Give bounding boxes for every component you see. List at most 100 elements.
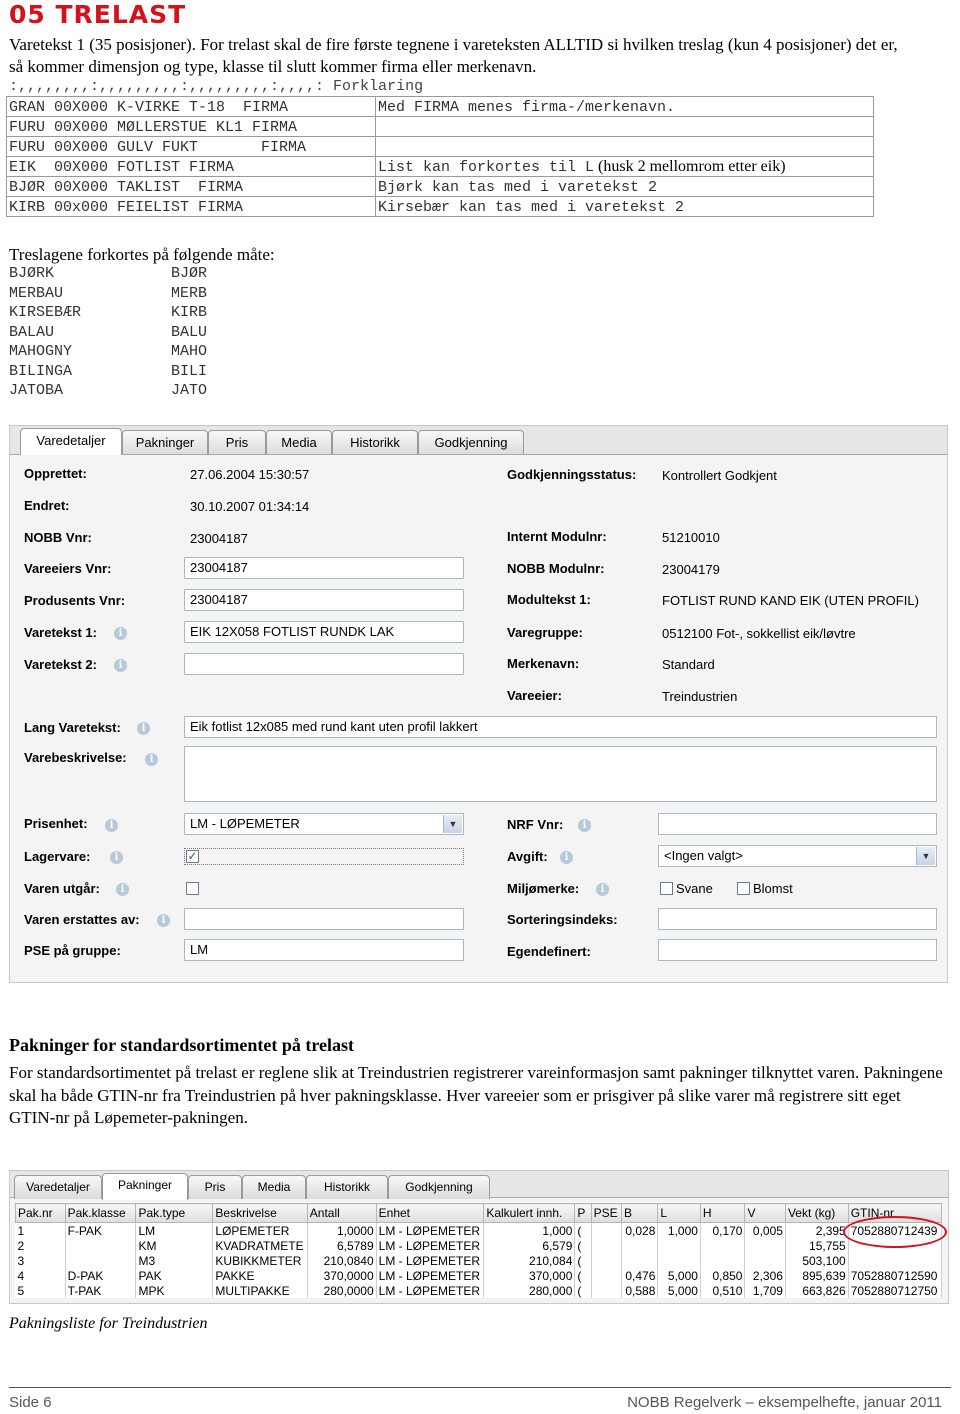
lang-varetekst-input[interactable]: Eik fotlist 12x085 med rund kant uten pr… bbox=[184, 716, 937, 738]
info-icon[interactable]: i bbox=[137, 722, 150, 735]
table-cell bbox=[848, 1253, 943, 1268]
column-header[interactable]: Antall bbox=[306, 1203, 377, 1223]
table-row[interactable]: 4 D-PAK PAK PAKKE 370,0000 LM - LØPEMETER 370,… bbox=[15, 1268, 943, 1283]
merkenavn-label: Merkenavn: bbox=[507, 656, 580, 671]
varen-utgar-label: Varen utgår: bbox=[24, 881, 100, 896]
tab-pris[interactable]: Pris bbox=[188, 1175, 242, 1199]
table-cell: 0,510 bbox=[700, 1283, 746, 1298]
table-row[interactable]: 3 M3 KUBIKKMETER 210,0840 LM - LØPEMETER 210,… bbox=[15, 1253, 943, 1268]
info-icon[interactable]: i bbox=[145, 753, 158, 766]
godkjenningsstatus-label: Godkjenningsstatus: bbox=[507, 467, 637, 482]
code-cell: KIRB 00x000 FEIELIST FIRMA bbox=[6, 196, 376, 217]
tab-pakninger[interactable]: Pakninger bbox=[102, 1173, 188, 1200]
chevron-down-icon[interactable]: ▼ bbox=[443, 815, 462, 833]
table-cell: MULTIPAKKE bbox=[212, 1283, 308, 1298]
table-row[interactable]: 2 KM KVADRATMETE 6,5789 LM - LØPEMETER 6,579(… bbox=[15, 1238, 943, 1253]
species-heading: Treslagene forkortes på følgende måte: bbox=[9, 245, 275, 264]
info-icon[interactable]: i bbox=[596, 883, 609, 896]
column-header[interactable]: Enhet bbox=[375, 1203, 485, 1223]
svane-checkbox[interactable] bbox=[660, 882, 673, 895]
chevron-down-icon[interactable]: ▼ bbox=[916, 847, 935, 865]
note-extra: (husk 2 mellomrom etter eik) bbox=[594, 158, 786, 175]
column-header[interactable]: P bbox=[574, 1203, 592, 1223]
tab-varedetaljer[interactable]: Varedetaljer bbox=[14, 1175, 102, 1199]
vareeier-vnr-input[interactable]: 23004187 bbox=[184, 557, 464, 579]
code-cell: FURU 00X000 GULV FUKT FIRMA bbox=[6, 136, 376, 157]
code-row: FURU 00X000 MØLLERSTUE KL1 FIRMA bbox=[6, 116, 874, 137]
table-cell: ( bbox=[574, 1222, 592, 1238]
table-cell: 5,000 bbox=[657, 1268, 701, 1283]
table-cell: PAKKE bbox=[212, 1268, 308, 1283]
column-header[interactable]: Pak.type bbox=[135, 1203, 214, 1223]
sorteringsindeks-input[interactable] bbox=[658, 908, 937, 930]
species-abbr: BALU bbox=[171, 323, 208, 341]
note-cell bbox=[375, 136, 874, 157]
column-header[interactable]: V bbox=[744, 1203, 786, 1223]
tab-godkjenning[interactable]: Godkjenning bbox=[388, 1175, 490, 1199]
tab-historikk[interactable]: Historikk bbox=[332, 430, 418, 454]
note-cell: Bjørk kan tas med i varetekst 2 bbox=[375, 176, 874, 197]
tab-godkjenning[interactable]: Godkjenning bbox=[418, 430, 524, 454]
vare-details-screenshot: Varedetaljer Pakninger Pris Media Histor… bbox=[9, 425, 948, 983]
table-row[interactable]: 1 F-PAK LM LØPEMETER 1,0000 LM - LØPEMETER 1,0… bbox=[15, 1222, 943, 1238]
table-cell: PAK bbox=[135, 1268, 214, 1283]
info-icon[interactable]: i bbox=[157, 914, 170, 927]
varen-erstattes-input[interactable] bbox=[184, 908, 464, 930]
lagervare-label: Lagervare: bbox=[24, 849, 91, 864]
avgift-select[interactable]: <Ingen valgt> ▼ bbox=[658, 845, 937, 867]
blomst-checkbox[interactable] bbox=[737, 882, 750, 895]
table-cell bbox=[591, 1283, 622, 1298]
pse-input[interactable]: LM bbox=[184, 939, 464, 961]
table-cell: ( bbox=[574, 1283, 592, 1298]
table-cell bbox=[744, 1238, 786, 1253]
column-header[interactable]: Kalkulert innh. bbox=[483, 1203, 576, 1223]
avgift-value: <Ingen valgt> bbox=[664, 848, 743, 863]
tab-media[interactable]: Media bbox=[266, 430, 332, 454]
produsent-vnr-input[interactable]: 23004187 bbox=[184, 589, 464, 611]
opprettet-label: Opprettet: bbox=[24, 466, 87, 481]
table-cell bbox=[65, 1253, 137, 1268]
column-header[interactable]: B bbox=[620, 1203, 659, 1223]
column-header[interactable]: H bbox=[699, 1203, 746, 1223]
svane-label: Svane bbox=[676, 881, 713, 896]
vareeier-label: Vareeier: bbox=[507, 688, 562, 703]
prisenhet-label: Prisenhet: bbox=[24, 816, 88, 831]
column-header[interactable]: Pak.nr bbox=[15, 1203, 66, 1223]
table-cell: 210,084 bbox=[483, 1253, 576, 1268]
info-icon[interactable]: i bbox=[116, 883, 129, 896]
table-cell: 0,005 bbox=[744, 1222, 786, 1238]
focus-outline bbox=[184, 848, 464, 865]
table-cell: M3 bbox=[135, 1253, 214, 1268]
table-cell: LM - LØPEMETER bbox=[376, 1268, 485, 1283]
info-icon[interactable]: i bbox=[578, 819, 591, 832]
varebeskrivelse-textarea[interactable] bbox=[184, 746, 937, 802]
nrf-vnr-input[interactable] bbox=[658, 813, 937, 835]
info-icon[interactable]: i bbox=[560, 851, 573, 864]
column-header[interactable]: Vekt (kg) bbox=[784, 1203, 849, 1223]
tab-varedetaljer[interactable]: Varedetaljer bbox=[20, 428, 122, 455]
column-header[interactable]: L bbox=[657, 1203, 701, 1223]
table-row[interactable]: 5 T-PAK MPK MULTIPAKKE 280,0000 LM - LØPEMETE… bbox=[15, 1283, 943, 1298]
varetekst1-input[interactable]: EIK 12X058 FOTLIST RUNDK LAK bbox=[184, 621, 464, 643]
column-header[interactable]: Pak.klasse bbox=[64, 1203, 137, 1223]
info-icon[interactable]: i bbox=[110, 851, 123, 864]
tab-pakninger[interactable]: Pakninger bbox=[122, 430, 208, 454]
vareeier-vnr-label: Vareeiers Vnr: bbox=[24, 561, 112, 576]
table-cell: 280,0000 bbox=[307, 1283, 377, 1298]
tab-pris[interactable]: Pris bbox=[208, 430, 266, 454]
varen-utgar-checkbox[interactable] bbox=[186, 882, 199, 895]
tab-historikk[interactable]: Historikk bbox=[306, 1175, 388, 1199]
species-abbr: MERB bbox=[171, 284, 208, 302]
info-icon[interactable]: i bbox=[114, 659, 127, 672]
tab-media[interactable]: Media bbox=[242, 1175, 306, 1199]
column-header[interactable]: PSE bbox=[590, 1203, 622, 1223]
column-header[interactable]: Beskrivelse bbox=[212, 1203, 308, 1223]
table-cell: LM - LØPEMETER bbox=[376, 1283, 485, 1298]
info-icon[interactable]: i bbox=[114, 627, 127, 640]
varetekst2-input[interactable] bbox=[184, 653, 464, 675]
info-icon[interactable]: i bbox=[105, 819, 118, 832]
prisenhet-select[interactable]: LM - LØPEMETER ▼ bbox=[184, 813, 464, 835]
table-cell: 0,588 bbox=[621, 1283, 659, 1298]
egendefinert-input[interactable] bbox=[658, 939, 937, 961]
table-cell: 6,579 bbox=[483, 1238, 576, 1253]
